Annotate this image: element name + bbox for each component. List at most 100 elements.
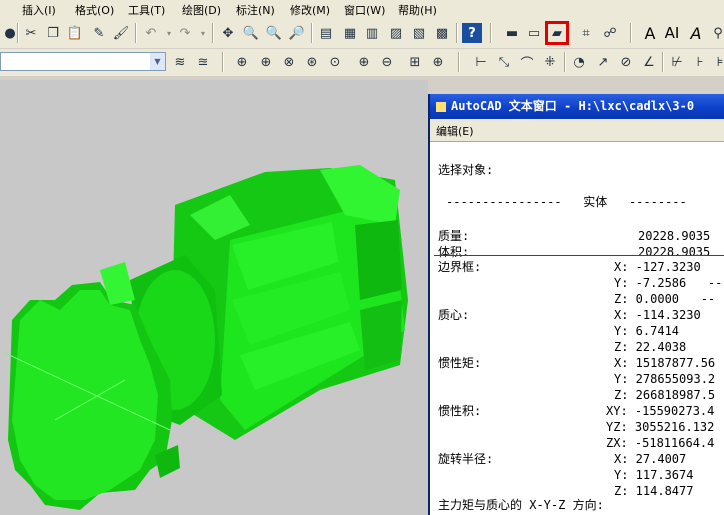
- zoom-dynamic-icon[interactable]: ⊕: [256, 52, 276, 72]
- toolbar-separator: [662, 52, 664, 72]
- angular-dimension-icon[interactable]: ∠: [639, 52, 659, 72]
- zoom-scale-icon[interactable]: ⊗: [279, 52, 299, 72]
- volume-value: 20228.9035: [638, 245, 711, 259]
- zoom-all-icon[interactable]: ⊞: [405, 52, 425, 72]
- toolbar-separator: [311, 23, 313, 43]
- table-style-icon[interactable]: ⌗: [576, 23, 596, 43]
- zoom-previous-icon[interactable]: 🔎: [287, 23, 307, 43]
- text-window-output: 选择对象: ---------------- 实体 -------- 质量: 2…: [430, 142, 724, 515]
- edit-text-icon[interactable]: AI: [662, 23, 682, 43]
- toolbar-separator: [564, 52, 566, 72]
- undo-icon[interactable]: ↶: [141, 23, 161, 43]
- radius-dimension-icon[interactable]: ◔: [569, 52, 589, 72]
- toolbar-separator: [135, 23, 137, 43]
- zoom-center-icon[interactable]: ⊛: [302, 52, 322, 72]
- menu-tools[interactable]: 工具(T): [128, 2, 165, 18]
- ordinate-dimension-icon[interactable]: ⁜: [540, 52, 560, 72]
- paste-icon[interactable]: 📋: [65, 23, 85, 43]
- poi-yz: YZ: 3055216.132: [606, 420, 715, 434]
- centroid-label: 质心:: [438, 308, 470, 322]
- tool-palettes-icon[interactable]: ▥: [362, 23, 382, 43]
- zoom-out-icon[interactable]: ⊖: [377, 52, 397, 72]
- text-window-menubar: 编辑(E): [430, 119, 724, 142]
- calculator-icon[interactable]: ▩: [432, 23, 452, 43]
- pan-icon[interactable]: ✥: [218, 23, 238, 43]
- menu-draw[interactable]: 绘图(D): [182, 2, 221, 18]
- toolbar-separator: [456, 23, 458, 43]
- redo-dropdown-icon[interactable]: ▾: [193, 23, 213, 43]
- toolbar-separator: [458, 52, 460, 72]
- drawing-area[interactable]: [0, 80, 428, 515]
- multiline-text-icon[interactable]: A: [640, 23, 660, 43]
- zoom-object-icon[interactable]: ⊙: [325, 52, 345, 72]
- moi-y: Y: 278655093.2: [614, 372, 716, 386]
- mass-label: 质量:: [438, 229, 470, 243]
- bbox-z: Z: 0.0000 --: [614, 292, 716, 306]
- poi-zx: ZX: -51811664.4: [606, 436, 715, 450]
- bbox-x: X: -127.3230: [614, 260, 701, 274]
- linear-dimension-icon[interactable]: ⊢: [471, 52, 491, 72]
- quick-dimension-icon[interactable]: ⊬: [667, 52, 687, 72]
- rog-y: Y: 117.3674: [614, 468, 694, 482]
- mass-properties-icon[interactable]: ▰: [545, 21, 569, 45]
- text-window-titlebar[interactable]: AutoCAD 文本窗口 - H:\lxc\cadlx\3-0: [430, 94, 724, 119]
- zoom-window-icon[interactable]: 🔍: [264, 23, 284, 43]
- menu-dimension[interactable]: 标注(N): [236, 2, 275, 18]
- aligned-dimension-icon[interactable]: ⤡: [494, 52, 514, 72]
- sheet-set-icon[interactable]: ▨: [386, 23, 406, 43]
- multileader-style-icon[interactable]: ☍: [600, 23, 620, 43]
- chevron-down-icon[interactable]: ▼: [150, 53, 165, 70]
- toolbar-separator: [222, 52, 224, 72]
- zoom-in-icon[interactable]: ⊕: [354, 52, 374, 72]
- red-annotation-line: [434, 255, 724, 256]
- app-icon: [436, 101, 446, 112]
- rog-x: X: 27.4007: [614, 452, 687, 466]
- menu-insert[interactable]: 插入(I): [22, 2, 56, 18]
- toolbar-separator: [490, 23, 492, 43]
- redo-icon[interactable]: ↷: [175, 23, 195, 43]
- menu-window[interactable]: 窗口(W): [344, 2, 385, 18]
- bbox-label: 边界框:: [438, 260, 482, 274]
- arc-length-icon[interactable]: ⌒: [517, 52, 537, 72]
- pencil-icon[interactable]: ✎: [89, 23, 109, 43]
- markup-icon[interactable]: ▧: [409, 23, 429, 43]
- zoom-realtime-icon[interactable]: 🔍: [241, 23, 261, 43]
- poi-label: 惯性积:: [438, 404, 482, 418]
- menu-modify[interactable]: 修改(M): [290, 2, 330, 18]
- layer-manager-icon[interactable]: ≋: [170, 52, 190, 72]
- zoom-window-icon[interactable]: ⊕: [232, 52, 252, 72]
- rog-z: Z: 114.8477: [614, 484, 694, 498]
- match-properties-icon[interactable]: 🖌: [111, 23, 131, 43]
- find-replace-icon[interactable]: ⚲: [708, 23, 724, 43]
- gear-shaft-model: [4, 165, 408, 510]
- cut-icon[interactable]: ✂: [21, 23, 41, 43]
- menu-help[interactable]: 帮助(H): [398, 2, 437, 18]
- text-style-icon[interactable]: ▬: [502, 23, 522, 43]
- text-window[interactable]: AutoCAD 文本窗口 - H:\lxc\cadlx\3-0 编辑(E) 选择…: [428, 94, 724, 515]
- toolbar-separator: [212, 23, 214, 43]
- spell-check-icon[interactable]: A: [686, 23, 706, 43]
- mass-value: 20228.9035: [638, 229, 711, 243]
- continue-dimension-icon[interactable]: ⊧: [710, 52, 724, 72]
- centroid-y: Y: 6.7414: [614, 324, 680, 338]
- copy-icon[interactable]: ❐: [43, 23, 63, 43]
- layer-combo[interactable]: ▼: [0, 52, 166, 71]
- jogged-dimension-icon[interactable]: ↗: [593, 52, 613, 72]
- dimension-style-icon[interactable]: ▭: [524, 23, 544, 43]
- centroid-x: X: -114.3230: [614, 308, 701, 322]
- centroid-z: Z: 22.4038: [614, 340, 687, 354]
- baseline-dimension-icon[interactable]: ⊦: [690, 52, 710, 72]
- select-objects-line: 选择对象:: [438, 163, 494, 177]
- rog-label: 旋转半径:: [438, 452, 494, 466]
- help-icon[interactable]: ?: [462, 23, 482, 43]
- toolbar-separator: [17, 23, 19, 43]
- layer-previous-icon[interactable]: ≊: [193, 52, 213, 72]
- menu-edit[interactable]: 编辑(E): [436, 123, 474, 139]
- zoom-extents-icon[interactable]: ⊕: [428, 52, 448, 72]
- diameter-dimension-icon[interactable]: ⊘: [616, 52, 636, 72]
- menu-format[interactable]: 格式(O): [75, 2, 114, 18]
- standard-toolbar: ● ✂ ❐ 📋 ✎ 🖌 ↶ ▾ ↷ ▾ ✥ 🔍 🔍 🔎 ▤ ▦ ▥ ▨ ▧ ▩ …: [0, 19, 724, 48]
- properties-icon[interactable]: ▤: [316, 23, 336, 43]
- moi-x: X: 15187877.56: [614, 356, 716, 370]
- design-center-icon[interactable]: ▦: [340, 23, 360, 43]
